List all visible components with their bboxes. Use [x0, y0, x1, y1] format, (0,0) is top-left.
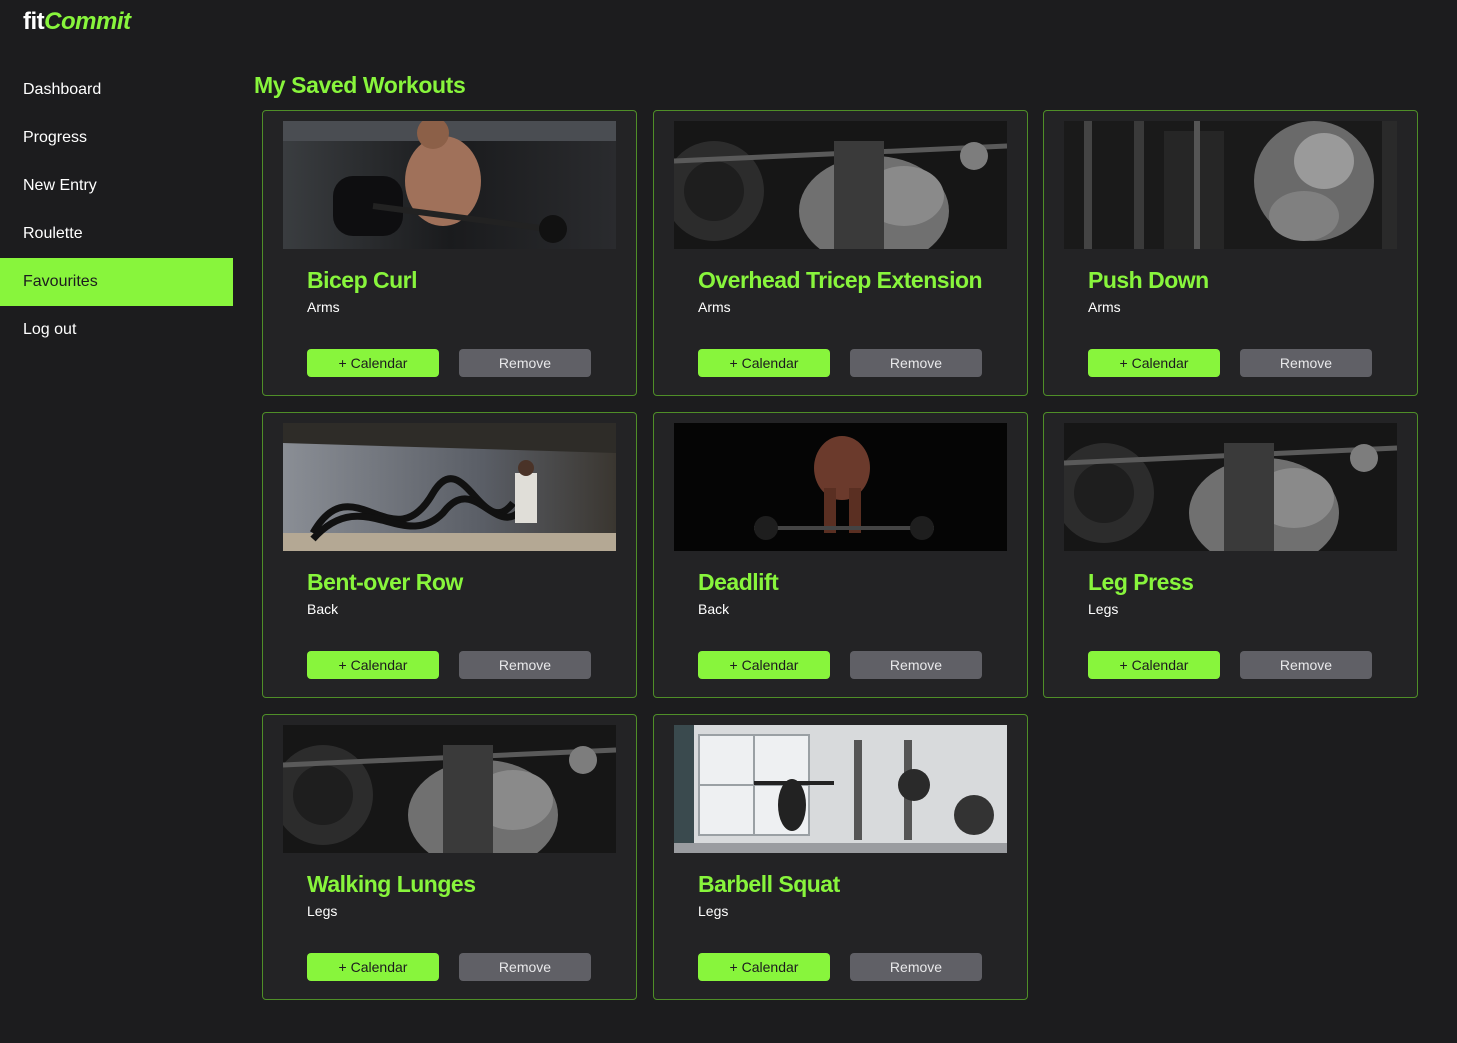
- workout-card: Deadlift Back + Calendar Remove: [653, 412, 1028, 698]
- add-to-calendar-button[interactable]: + Calendar: [1088, 651, 1220, 679]
- remove-button[interactable]: Remove: [1240, 349, 1372, 377]
- remove-button[interactable]: Remove: [1240, 651, 1372, 679]
- remove-button[interactable]: Remove: [459, 651, 591, 679]
- workout-card: Push Down Arms + Calendar Remove: [1043, 110, 1418, 396]
- workout-name: Leg Press: [1088, 569, 1194, 595]
- workout-image: [1064, 423, 1397, 551]
- workout-category: Back: [307, 601, 339, 617]
- workout-name: Bicep Curl: [307, 267, 418, 293]
- workout-category: Arms: [307, 299, 340, 315]
- add-to-calendar-button[interactable]: + Calendar: [307, 651, 439, 679]
- add-to-calendar-button[interactable]: + Calendar: [307, 349, 439, 377]
- workout-card: Leg Press Legs + Calendar Remove: [1043, 412, 1418, 698]
- add-to-calendar-button[interactable]: + Calendar: [698, 651, 830, 679]
- sidebar-item-new-entry[interactable]: New Entry: [0, 162, 233, 210]
- workout-category: Legs: [1088, 601, 1119, 617]
- workout-name: Barbell Squat: [698, 871, 840, 897]
- remove-button[interactable]: Remove: [850, 349, 982, 377]
- logo-text-fit: fit: [23, 8, 45, 35]
- workout-category: Legs: [698, 903, 729, 919]
- sidebar-item-dashboard[interactable]: Dashboard: [0, 66, 233, 114]
- logo-text-commit: Commit: [44, 8, 131, 35]
- workout-category: Arms: [698, 299, 731, 315]
- sidebar-item-log-out[interactable]: Log out: [0, 306, 233, 354]
- workout-category: Arms: [1088, 299, 1121, 315]
- workout-name: Bent-over Row: [307, 569, 463, 595]
- remove-button[interactable]: Remove: [459, 953, 591, 981]
- sidebar-item-roulette[interactable]: Roulette: [0, 210, 233, 258]
- add-to-calendar-button[interactable]: + Calendar: [1088, 349, 1220, 377]
- add-to-calendar-button[interactable]: + Calendar: [698, 349, 830, 377]
- workout-name: Push Down: [1088, 267, 1209, 293]
- workout-image: [283, 725, 616, 853]
- workout-name: Walking Lunges: [307, 871, 476, 897]
- sidebar: Dashboard Progress New Entry Roulette Fa…: [0, 66, 233, 354]
- workout-category: Back: [698, 601, 730, 617]
- workout-name: Overhead Tricep Extension: [698, 267, 983, 293]
- workout-image: [1064, 121, 1397, 249]
- workout-card: Barbell Squat Legs + Calendar Remove: [653, 714, 1028, 1000]
- workout-image: [674, 121, 1007, 249]
- workout-card: Overhead Tricep Extension Arms + Calenda…: [653, 110, 1028, 396]
- sidebar-item-favourites[interactable]: Favourites: [0, 258, 233, 306]
- workout-category: Legs: [307, 903, 338, 919]
- workout-image: [674, 725, 1007, 853]
- app-logo[interactable]: fitCommit: [23, 8, 131, 36]
- workout-card: Walking Lunges Legs + Calendar Remove: [262, 714, 637, 1000]
- remove-button[interactable]: Remove: [850, 953, 982, 981]
- workout-image: [283, 121, 616, 249]
- remove-button[interactable]: Remove: [850, 651, 982, 679]
- page-title: My Saved Workouts: [254, 72, 466, 98]
- add-to-calendar-button[interactable]: + Calendar: [698, 953, 830, 981]
- add-to-calendar-button[interactable]: + Calendar: [307, 953, 439, 981]
- workout-image: [283, 423, 616, 551]
- remove-button[interactable]: Remove: [459, 349, 591, 377]
- workout-card: Bicep Curl Arms + Calendar Remove: [262, 110, 637, 396]
- workout-card: Bent-over Row Back + Calendar Remove: [262, 412, 637, 698]
- workout-name: Deadlift: [698, 569, 779, 595]
- workout-image: [674, 423, 1007, 551]
- sidebar-item-progress[interactable]: Progress: [0, 114, 233, 162]
